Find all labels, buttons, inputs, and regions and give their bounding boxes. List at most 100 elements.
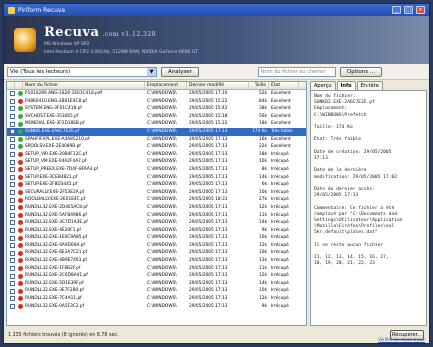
file-row[interactable]: RUNDLL32.EXE-4E20F1.pf C:\WINDOWS\ 29/05/2… xyxy=(7,227,306,235)
file-location: C:\WINDOWS\ xyxy=(147,106,177,112)
tab-info[interactable]: Info xyxy=(336,81,356,90)
file-date: 29/05/2005 18:31 xyxy=(189,197,228,203)
col-modified[interactable]: Dernier modifié xyxy=(187,82,249,89)
file-size: 84k xyxy=(259,98,267,104)
row-checkbox[interactable] xyxy=(7,105,15,113)
file-row[interactable]: SETUP_VIR.EXE-20B4F12C.pf C:\WINDOWS\ 29/0… xyxy=(7,151,306,159)
row-checkbox[interactable] xyxy=(7,196,15,204)
row-checkbox[interactable] xyxy=(7,98,15,106)
minimize-button[interactable]: _ xyxy=(392,6,401,14)
row-checkbox[interactable] xyxy=(7,174,15,182)
file-row[interactable]: RUNDLL32.EXE-5D1E39F.pf C:\WINDOWS\ 29/05/… xyxy=(7,280,306,288)
file-row[interactable]: SUNKD.EXE-2A6C7E2E.pf C:\WINDOWS\ 29/05/20… xyxy=(7,127,306,136)
row-checkbox[interactable] xyxy=(7,181,15,189)
file-name: RUNDLL32.EXE-6E3A7C21.pf xyxy=(25,250,88,256)
file-row[interactable]: SETUP_VM.EXE-04A2F4A7.pf C:\WINDOWS\ 29/05… xyxy=(7,158,306,166)
row-checkbox[interactable] xyxy=(7,234,15,242)
row-checkbox[interactable] xyxy=(7,280,15,288)
file-row[interactable]: SETUP.EXE-3CEB4821.pf C:\WINDOWS\ 29/05/20… xyxy=(7,174,306,182)
col-location[interactable]: Emplacement xyxy=(145,82,187,89)
file-date: 29/05/2005 17:13 xyxy=(189,220,228,226)
file-location: C:\WINDOWS\ xyxy=(147,273,177,279)
file-size: 16k xyxy=(259,235,267,241)
row-checkbox[interactable] xyxy=(7,189,15,197)
chevron-down-icon[interactable]: ▼ xyxy=(147,67,156,76)
row-checkbox[interactable] xyxy=(7,295,15,303)
row-checkbox[interactable] xyxy=(7,113,15,121)
file-row[interactable]: RUNDLL32.EXE-6E3A7C21.pf C:\WINDOWS\ 29/05… xyxy=(7,249,306,257)
file-size: 18k xyxy=(259,151,267,157)
file-row[interactable]: RUNDLL32.EXE-3C7D1A3E.pf C:\WINDOWS\ 29/05… xyxy=(7,219,306,227)
update-link[interactable]: Vérifier les mises à jour xyxy=(378,337,425,342)
row-checkbox[interactable] xyxy=(7,166,15,174)
file-row[interactable]: RUNDLL32.EXE-5AFB4986.pf C:\WINDOWS\ 29/05… xyxy=(7,212,306,220)
row-checkbox[interactable] xyxy=(7,120,15,128)
file-row[interactable]: RUNDLL32.EXE-1E0C9A85.pf C:\WINDOWS\ 29/05… xyxy=(7,234,306,242)
analyze-button[interactable]: Analyser xyxy=(161,66,199,77)
col-check[interactable] xyxy=(7,82,15,89)
row-checkbox[interactable] xyxy=(7,151,15,159)
row-checkbox[interactable] xyxy=(7,143,15,151)
row-checkbox[interactable] xyxy=(7,227,15,235)
file-location: C:\WINDOWS\ xyxy=(147,212,177,218)
options-button[interactable]: Options ... xyxy=(339,66,383,77)
file-row[interactable]: SECURALLY.EXE-2F53E2A.pf C:\WINDOWS\ 29/05… xyxy=(7,189,306,197)
file-row[interactable]: SPOOLSV.EXE-2E4089B.pf C:\WINDOWS\ 29/05/2… xyxy=(7,143,306,151)
file-row[interactable]: ROOLBALLY.EXE-2E01E4C.pf C:\WINDOWS\ 29/05… xyxy=(7,196,306,204)
file-row[interactable]: P1010289 ANG-1826-1E01C418.pdf C:\WINDOWS… xyxy=(7,90,306,98)
file-row[interactable]: SPAHFIFXPL.EXE-A4A85210.pf C:\WINDOWS\ 29/… xyxy=(7,136,306,144)
file-row[interactable]: P4860410.ENG-2B01E4C8.pf C:\WINDOWS\ 29/05… xyxy=(7,98,306,106)
state-dot-icon xyxy=(15,227,23,235)
row-checkbox[interactable] xyxy=(7,249,15,257)
file-date: 29/05/2005 17:13 xyxy=(189,189,228,195)
tab-apercu[interactable]: Aperçu xyxy=(310,81,336,90)
col-state[interactable]: État xyxy=(269,82,299,89)
drive-select[interactable]: Vie (Tous les lecteurs) ▼ xyxy=(7,66,157,77)
filename-path-input[interactable]: Nom du fichier ou chemin xyxy=(257,66,336,77)
file-row[interactable]: RUNDLL32.EXE-0A5F3C2.pf C:\WINDOWS\ 29/05/… xyxy=(7,303,306,311)
file-row[interactable]: SVCHOST.EXE-3530E5.pf C:\WINDOWS\ 29/05/20… xyxy=(7,113,306,121)
file-row[interactable]: RUNDLL32.EXE-7C4A11.pf C:\WINDOWS\ 29/05/2… xyxy=(7,295,306,303)
state-dot-icon xyxy=(15,113,23,121)
file-state: Irrécupé xyxy=(271,280,289,286)
row-checkbox[interactable] xyxy=(7,257,15,265)
row-checkbox[interactable] xyxy=(7,265,15,273)
row-checkbox[interactable] xyxy=(7,272,15,280)
file-row[interactable]: MONDIAL EXE-3F2D18EB.pf C:\WINDOWS\ 29/05/… xyxy=(7,120,306,128)
row-checkbox[interactable] xyxy=(7,212,15,220)
state-dot-icon xyxy=(15,249,23,257)
row-checkbox[interactable] xyxy=(7,136,15,144)
file-row[interactable]: RUNDLL32.EXE-2C6D8A41.pf C:\WINDOWS\ 29/05… xyxy=(7,272,306,280)
title-bar[interactable]: Piriform Recuva _ □ × xyxy=(4,4,429,16)
file-row[interactable]: RUNDLL32.EXE-4A9D00A.pf C:\WINDOWS\ 29/05/… xyxy=(7,242,306,250)
file-row[interactable]: SETUP_PREEX.EXE-7D4F-8FAA3.pf C:\WINDOWS\… xyxy=(7,166,306,174)
row-checkbox[interactable] xyxy=(7,158,15,166)
file-row[interactable]: RUNDLL32.EXE-3E7F2B0.pf C:\WINDOWS\ 29/05/… xyxy=(7,287,306,295)
row-checkbox[interactable] xyxy=(7,90,15,98)
row-checkbox[interactable] xyxy=(7,303,15,311)
row-checkbox[interactable] xyxy=(7,128,15,136)
status-text: 1 235 fichiers trouvés (8 ignorés) en 8.… xyxy=(8,332,119,338)
file-date: 29/05/2005 17:13 xyxy=(189,182,228,188)
row-checkbox[interactable] xyxy=(7,219,15,227)
file-row[interactable]: SETUP.EXE-2F8D3445.pf C:\WINDOWS\ 29/05/20… xyxy=(7,181,306,189)
file-row[interactable]: RUNDLL32.EXE-1F8B2F.pf C:\WINDOWS\ 29/05/2… xyxy=(7,265,306,273)
file-row[interactable]: RUNDLL32.EXE-4B9E7403.pf C:\WINDOWS\ 29/05… xyxy=(7,257,306,265)
state-dot-icon xyxy=(15,90,23,98)
col-size[interactable]: Taille xyxy=(249,82,269,89)
file-row[interactable]: RUNDLL32.EXE-2D4E5AC8.pf C:\WINDOWS\ 29/05… xyxy=(7,204,306,212)
row-checkbox[interactable] xyxy=(7,287,15,295)
file-list[interactable]: Nom du fichier Emplacement Dernier modif… xyxy=(6,81,307,326)
tab-en-tete[interactable]: En-tête xyxy=(356,81,383,90)
maximize-button[interactable]: □ xyxy=(404,6,413,14)
row-checkbox[interactable] xyxy=(7,204,15,212)
file-size: 10k xyxy=(259,288,267,294)
file-location: C:\WINDOWS\ xyxy=(147,280,177,286)
row-checkbox[interactable] xyxy=(7,242,15,250)
col-state-dot[interactable] xyxy=(15,82,23,89)
close-button[interactable]: × xyxy=(416,6,425,14)
file-name: P4860410.ENG-2B01E4C8.pf xyxy=(25,98,87,104)
file-row[interactable]: SYSTEM.ENG-3F01C418.pf C:\WINDOWS\ 29/05/2… xyxy=(7,105,306,113)
file-state: Irrécupé xyxy=(271,296,289,302)
col-filename[interactable]: Nom du fichier xyxy=(23,82,145,89)
